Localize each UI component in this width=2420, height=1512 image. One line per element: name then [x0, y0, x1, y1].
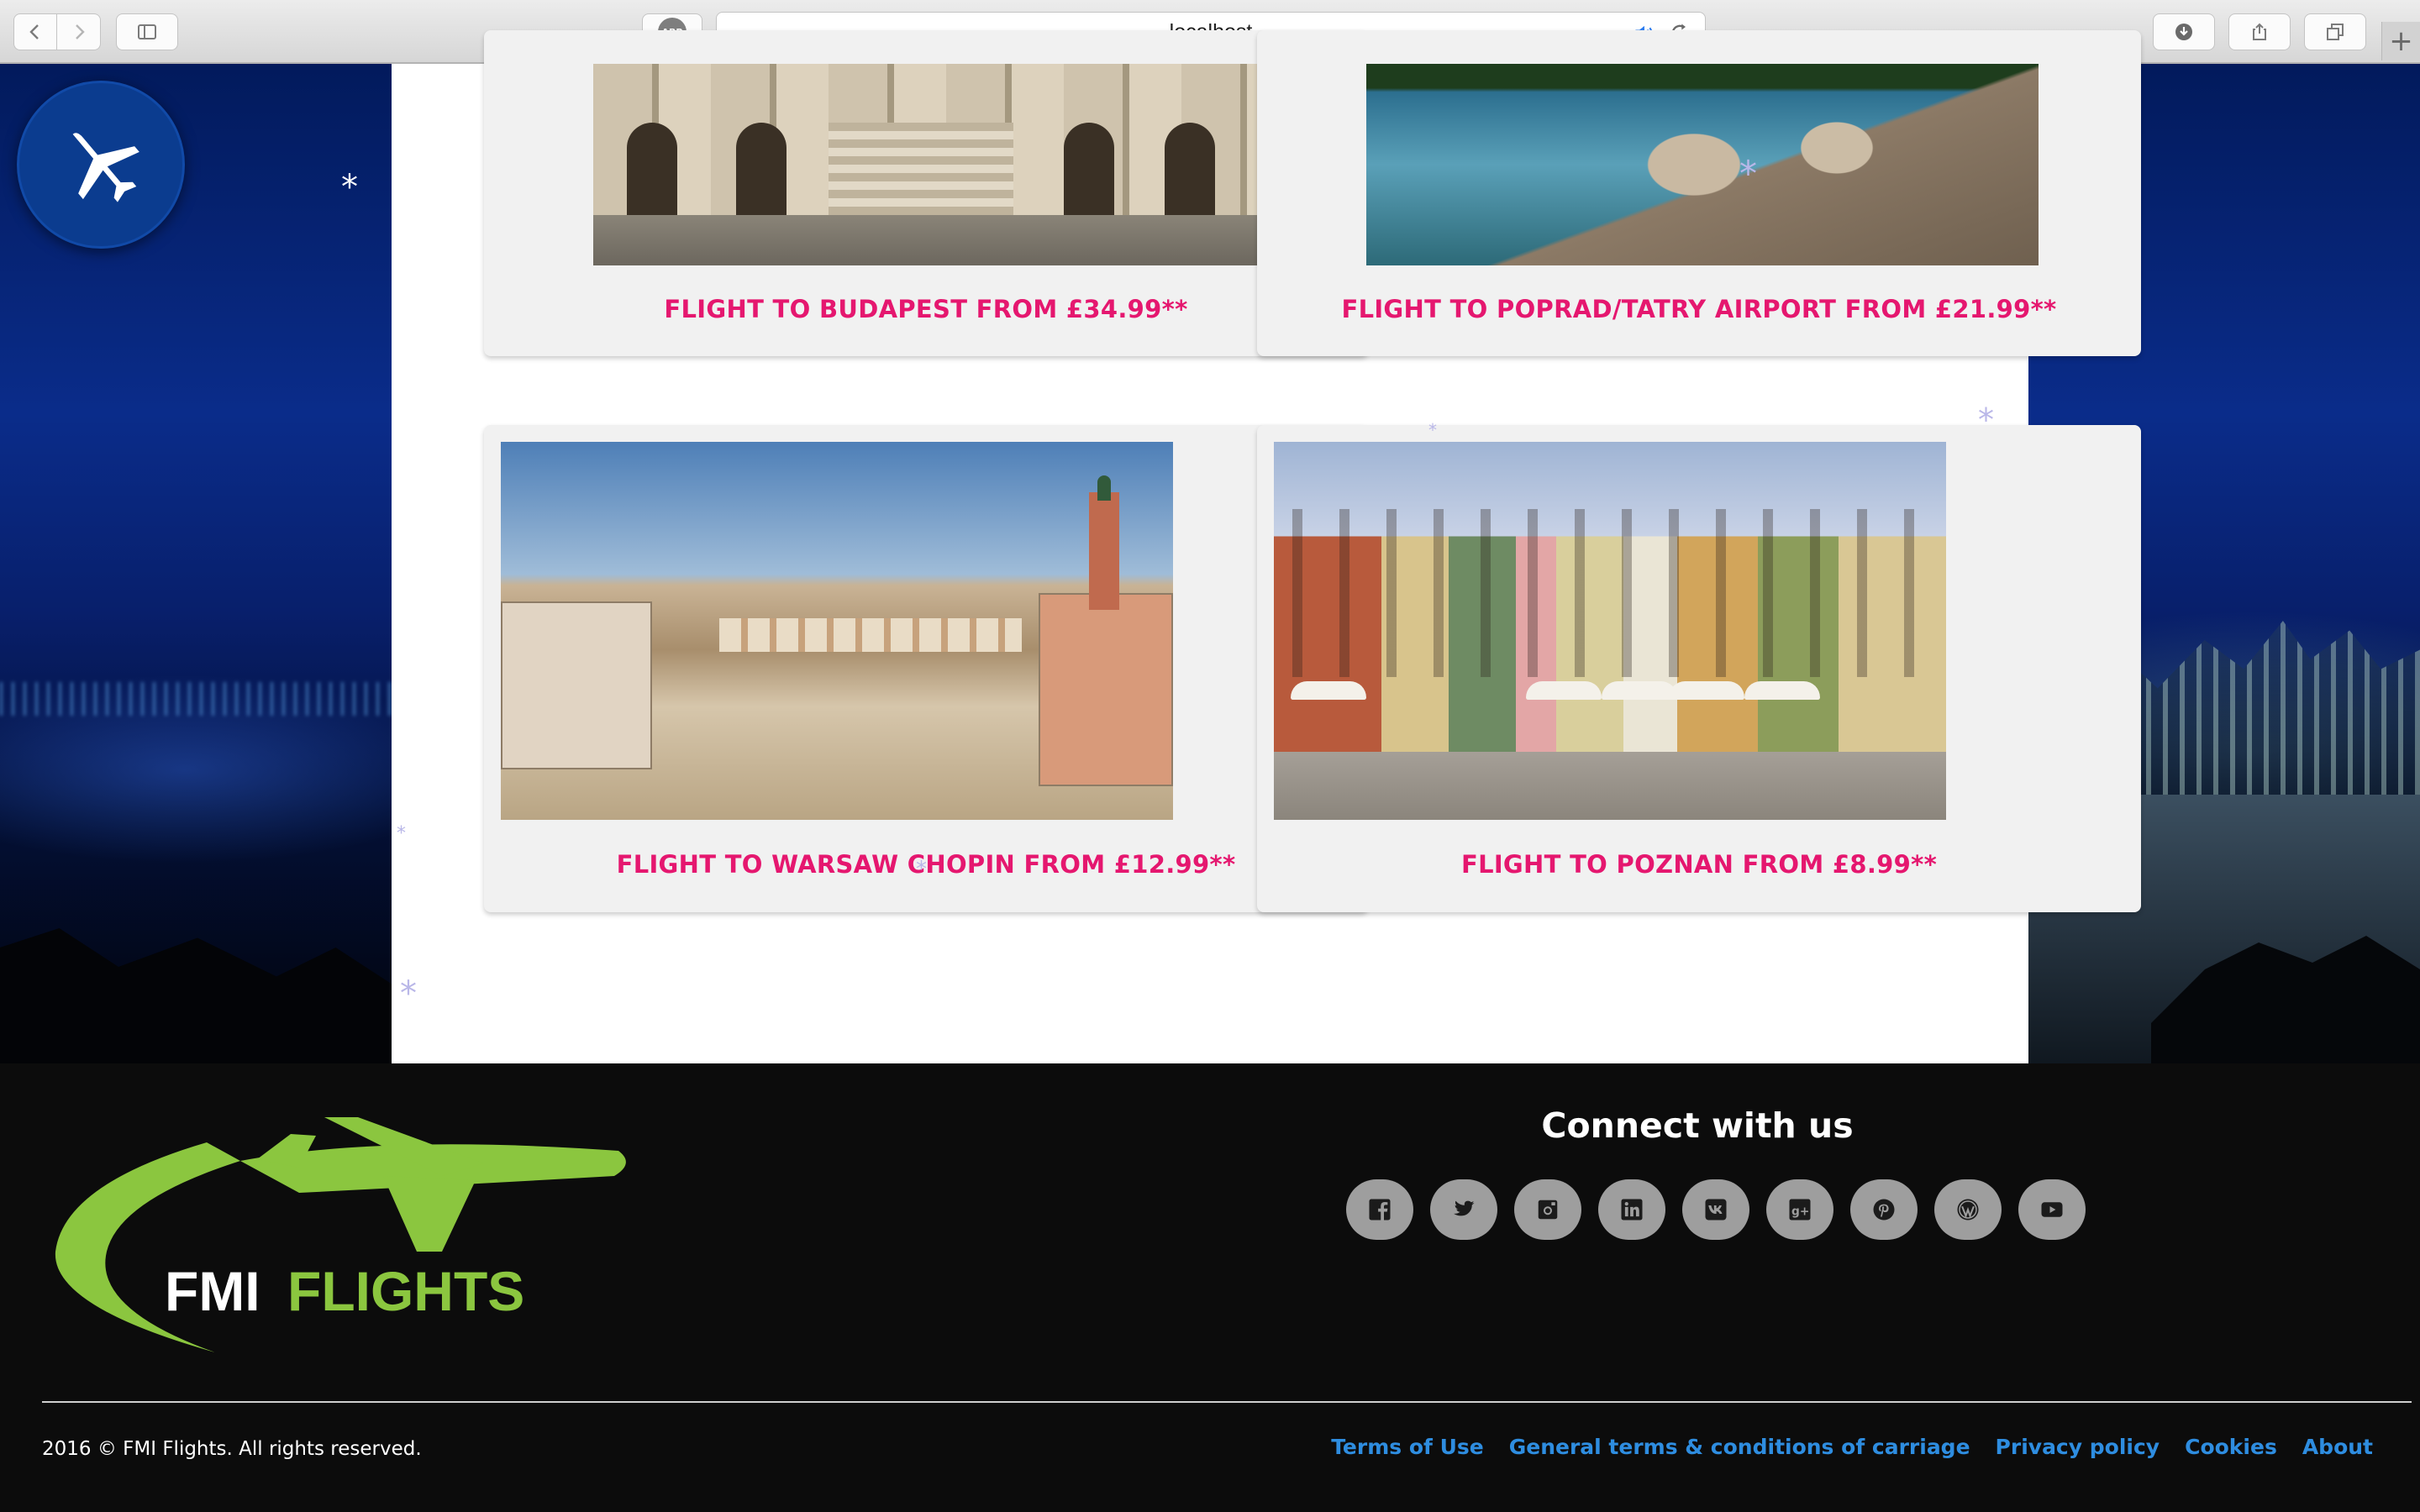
copyright-text: 2016 © FMI Flights. All rights reserved.	[42, 1438, 422, 1460]
warsaw-photo	[501, 442, 1173, 820]
pinterest-icon	[1873, 1199, 1895, 1221]
linkedin-button[interactable]	[1598, 1179, 1665, 1240]
content-panel: FLIGHT TO BUDAPEST FROM £34.99** FLIGHT …	[392, 30, 2141, 1063]
flight-caption[interactable]: FLIGHT TO POZNAN FROM £8.99**	[1257, 850, 2141, 879]
flight-card-warsaw[interactable]: FLIGHT TO WARSAW CHOPIN FROM £12.99**	[484, 425, 1368, 912]
flight-caption[interactable]: FLIGHT TO POPRAD/TATRY AIRPORT FROM £21.…	[1257, 295, 2141, 323]
back-button[interactable]	[13, 13, 57, 50]
twitter-icon	[1454, 1200, 1475, 1216]
wordpress-icon	[1957, 1199, 1979, 1221]
privacy-policy-link[interactable]: Privacy policy	[1996, 1435, 2160, 1459]
download-icon	[2175, 24, 2192, 40]
chevron-left-icon	[29, 24, 39, 39]
flights-home-button[interactable]	[17, 81, 185, 249]
social-links: g+	[1346, 1179, 2086, 1240]
linkedin-icon	[1621, 1199, 1643, 1221]
instagram-icon	[1538, 1200, 1558, 1220]
snowflake: *	[400, 974, 417, 1013]
navigation-buttons	[13, 13, 101, 50]
windows	[1274, 509, 1946, 677]
vk-icon	[1705, 1199, 1727, 1221]
instagram-button[interactable]	[1514, 1179, 1581, 1240]
logo-text-flights: FLIGHTS	[287, 1260, 524, 1322]
forward-button[interactable]	[57, 13, 101, 50]
cookies-link[interactable]: Cookies	[2185, 1435, 2277, 1459]
google-plus-button[interactable]: g+	[1766, 1179, 1833, 1240]
share-icon	[2253, 23, 2266, 40]
footer-links: Terms of Use General terms & conditions …	[1331, 1435, 2373, 1459]
logo-graphic: FMI FLIGHTS	[55, 1117, 626, 1352]
sidebar-button[interactable]	[116, 13, 178, 50]
fmi-flights-logo[interactable]: FMI FLIGHTS	[47, 1084, 635, 1361]
tabs-button[interactable]	[2304, 13, 2366, 50]
sidebar-icon	[138, 24, 156, 39]
new-tab-button[interactable]: +	[2381, 22, 2420, 60]
facebook-icon	[1369, 1199, 1391, 1221]
snowflake: *	[1739, 153, 1757, 194]
snowflake: *	[1978, 402, 1994, 438]
youtube-icon	[2041, 1202, 2063, 1217]
snowflake: *	[1428, 420, 1437, 440]
conditions-of-carriage-link[interactable]: General terms & conditions of carriage	[1509, 1435, 1970, 1459]
snowflake: *	[397, 823, 406, 844]
wordpress-button[interactable]	[1934, 1179, 2002, 1240]
flight-card-poznan[interactable]: FLIGHT TO POZNAN FROM £8.99**	[1257, 425, 2141, 912]
about-link[interactable]: About	[2302, 1435, 2373, 1459]
footer-divider	[42, 1401, 2412, 1403]
youtube-button[interactable]	[2018, 1179, 2086, 1240]
lake-photo	[1366, 64, 2039, 265]
city-lights-left	[0, 682, 395, 716]
logo-text-fmi: FMI	[165, 1260, 260, 1322]
trees-left	[0, 928, 395, 1063]
vk-button[interactable]	[1682, 1179, 1749, 1240]
facebook-button[interactable]	[1346, 1179, 1413, 1240]
connect-heading: Connect with us	[1541, 1105, 1854, 1146]
twitter-button[interactable]	[1430, 1179, 1497, 1240]
tabs-icon	[2327, 24, 2344, 40]
share-button[interactable]	[2228, 13, 2291, 50]
svg-text:g+: g+	[1791, 1205, 1809, 1218]
chevron-right-icon	[75, 24, 85, 39]
pinterest-button[interactable]	[1850, 1179, 1918, 1240]
flight-card-poprad[interactable]: FLIGHT TO POPRAD/TATRY AIRPORT FROM £21.…	[1257, 30, 2141, 356]
flight-card-budapest[interactable]: FLIGHT TO BUDAPEST FROM £34.99**	[484, 30, 1368, 356]
terms-of-use-link[interactable]: Terms of Use	[1331, 1435, 1484, 1459]
snowflake: *	[341, 168, 358, 207]
google-plus-icon: g+	[1789, 1199, 1811, 1221]
poznan-photo	[1274, 442, 1946, 820]
snowflake: *	[916, 857, 927, 882]
airplane-icon	[72, 133, 139, 202]
downloads-button[interactable]	[2153, 13, 2215, 50]
budapest-photo	[593, 64, 1265, 265]
flight-caption[interactable]: FLIGHT TO BUDAPEST FROM £34.99**	[484, 295, 1368, 323]
stairs	[829, 123, 1013, 215]
